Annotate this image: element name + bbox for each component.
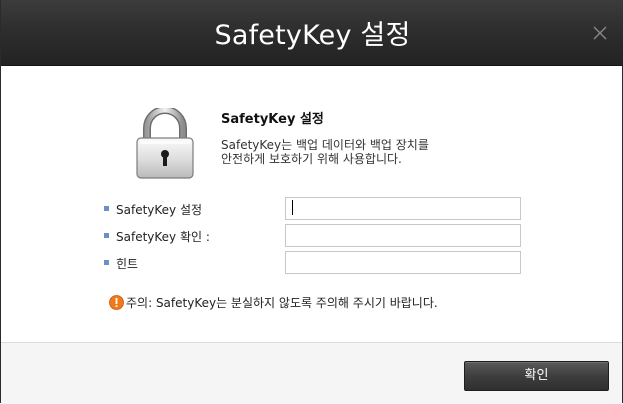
section-title: SafetyKey 설정 [221, 112, 324, 127]
text-caret [292, 200, 293, 215]
bullet-icon [104, 260, 109, 265]
form-row-hint: 힌트 [104, 251, 524, 275]
bullet-icon [104, 233, 109, 238]
safetykey-dialog: SafetyKey 설정 SafetyKey 설정 SafetyKey는 백업 … [0, 0, 623, 404]
hint-label: 힌트 [116, 257, 139, 271]
warning-icon [109, 295, 124, 310]
description-line-1: SafetyKey는 백업 데이터와 백업 장치를 [221, 138, 429, 152]
form-row-safetykey: SafetyKey 설정 [104, 197, 524, 221]
close-icon[interactable] [592, 25, 608, 41]
warning-text: 주의: SafetyKey는 분실하지 않도록 주의해 주시기 바랍니다. [126, 296, 438, 310]
description: SafetyKey는 백업 데이터와 백업 장치를 안전하게 보호하기 위해 사… [221, 138, 429, 166]
window-title: SafetyKey 설정 [214, 20, 411, 51]
confirm-button[interactable]: 확인 [464, 361, 609, 391]
safetykey-label: SafetyKey 설정 [116, 203, 203, 217]
safetykey-confirm-label: SafetyKey 확인 : [116, 230, 210, 244]
dialog-footer: 확인 [1, 342, 622, 404]
padlock-icon [133, 106, 197, 180]
dialog-body: SafetyKey 설정 SafetyKey는 백업 데이터와 백업 장치를 안… [1, 66, 622, 342]
hint-input[interactable] [285, 251, 521, 274]
safetykey-confirm-input[interactable] [285, 224, 521, 247]
safetykey-input[interactable] [285, 197, 521, 220]
form-row-safetykey-confirm: SafetyKey 확인 : [104, 224, 524, 248]
description-line-2: 안전하게 보호하기 위해 사용합니다. [221, 152, 402, 166]
title-bar[interactable]: SafetyKey 설정 [1, 0, 623, 66]
bullet-icon [104, 206, 109, 211]
